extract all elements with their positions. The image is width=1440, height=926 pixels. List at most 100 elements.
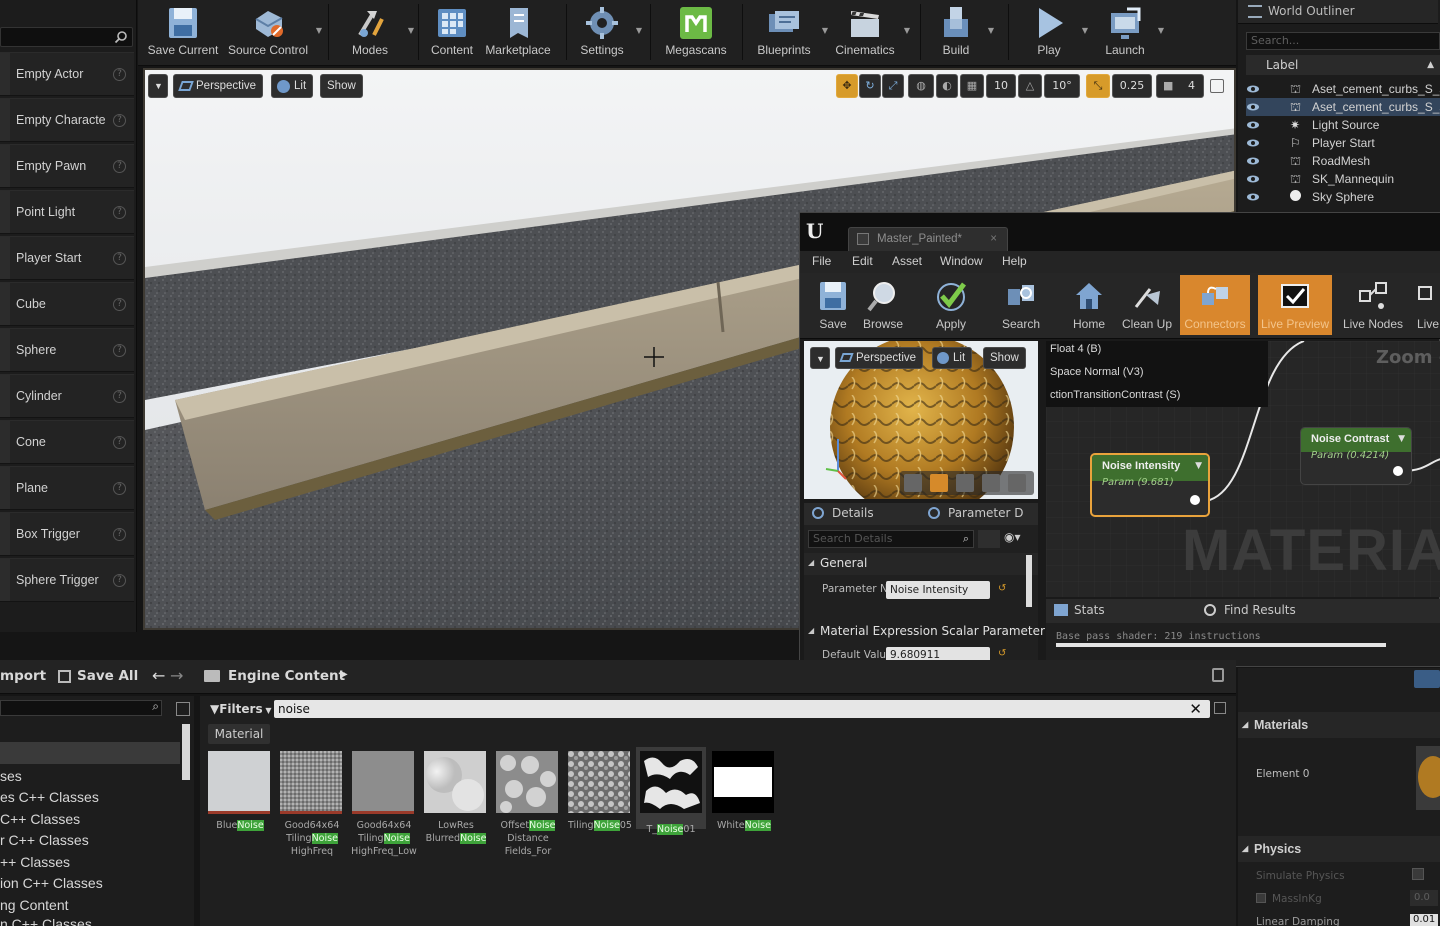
source-control-button[interactable]: Source Control ▼ — [226, 0, 322, 64]
noise-contrast-node[interactable]: Noise Contrast Param (0.4214) ▼ — [1300, 427, 1412, 485]
eye-icon[interactable] — [1246, 80, 1260, 98]
scale-mode-button[interactable]: ⤢ — [882, 74, 904, 98]
scalar-parameter-section-header[interactable]: ◢ Material Expression Scalar Parameter — [804, 621, 1045, 643]
custom-mesh-icon[interactable] — [1008, 474, 1026, 492]
menu-file[interactable]: File — [812, 254, 831, 268]
preview-show-button[interactable]: Show — [983, 347, 1026, 369]
mat-connectors-button[interactable]: Connectors — [1180, 275, 1250, 335]
tab-master-painted[interactable]: Master_Painted* × — [848, 227, 1008, 251]
menu-asset[interactable]: Asset — [892, 254, 922, 268]
tree-item[interactable]: ++ Classes — [0, 854, 70, 870]
tab-parameter-defaults[interactable]: Parameter D — [926, 506, 1024, 520]
perspective-button[interactable]: Perspective — [173, 74, 264, 98]
help-icon[interactable]: ? — [113, 482, 126, 495]
eye-filter-icon[interactable]: ◉▾ — [1004, 530, 1034, 548]
general-section-header[interactable]: ◢ General — [804, 553, 1038, 575]
help-icon[interactable]: ? — [113, 160, 126, 173]
place-item-point-light[interactable]: Point Light? — [0, 190, 134, 234]
help-icon[interactable]: ? — [113, 436, 126, 449]
blueprints-button[interactable]: Blueprints ▼ — [752, 0, 828, 64]
mass-override-checkbox[interactable] — [1256, 893, 1266, 903]
show-button[interactable]: Show — [320, 74, 363, 98]
place-item-cylinder[interactable]: Cylinder? — [0, 374, 134, 418]
mat-live-preview-button[interactable]: Live Preview — [1258, 275, 1332, 335]
menu-help[interactable]: Help — [1002, 254, 1027, 268]
place-item-sphere-trigger[interactable]: Sphere Trigger? — [0, 558, 134, 602]
chevron-down-icon[interactable]: ▼ — [1398, 434, 1405, 444]
cube-shape-icon[interactable] — [982, 474, 1000, 492]
rotation-snap-value[interactable]: 10° — [1044, 74, 1080, 98]
sphere-shape-icon[interactable] — [930, 474, 948, 492]
save-current-button[interactable]: Save Current — [146, 0, 220, 64]
back-arrow-icon[interactable]: ← — [152, 666, 165, 685]
folder-search-input[interactable]: ⌕ — [0, 699, 162, 716]
place-item-cube[interactable]: Cube? — [0, 282, 134, 326]
outliner-column-label[interactable]: Label ▲ — [1246, 55, 1440, 75]
chevron-down-icon[interactable]: ▼ — [1195, 461, 1202, 471]
chevron-down-icon[interactable]: ▼ — [904, 26, 910, 35]
eye-icon[interactable] — [1246, 170, 1260, 188]
place-item-sphere[interactable]: Sphere? — [0, 328, 134, 372]
forward-arrow-icon[interactable]: → — [170, 666, 183, 685]
chevron-down-icon[interactable]: ▼ — [1158, 26, 1164, 35]
grid-snap-value[interactable]: 10 — [986, 74, 1016, 98]
outliner-search-input[interactable]: Search... — [1246, 32, 1440, 50]
place-item-empty-actor[interactable]: Empty Actor? — [0, 52, 134, 96]
place-item-empty-character[interactable]: Empty Characte? — [0, 98, 134, 142]
eye-icon[interactable] — [1246, 188, 1260, 206]
cinematics-button[interactable]: Cinematics ▼ — [832, 0, 910, 64]
cylinder-shape-icon[interactable] — [904, 474, 922, 492]
plane-shape-icon[interactable] — [956, 474, 974, 492]
linear-damping-input[interactable]: 0.01 — [1410, 914, 1438, 926]
outliner-row[interactable]: ⛫ Aset_cement_curbs_S_se — [1246, 80, 1440, 98]
help-icon[interactable]: ? — [113, 252, 126, 265]
eye-icon[interactable] — [1246, 134, 1260, 152]
world-local-toggle[interactable]: ◍ — [908, 74, 934, 98]
view-options-icon[interactable] — [978, 530, 1000, 548]
tree-item[interactable]: r C++ Classes — [0, 832, 89, 848]
help-icon[interactable]: ? — [113, 298, 126, 311]
details-search-input[interactable]: Search Details ⌕ — [808, 530, 974, 548]
tree-item[interactable]: n C++ Classes — [0, 916, 92, 926]
tree-options-icon[interactable] — [176, 702, 190, 716]
material-thumbnail[interactable] — [1416, 746, 1440, 810]
asset-good64-tiling-noise-highfreq-low[interactable]: Good64x64 TilingNoise HighFreq_Low — [351, 751, 417, 861]
lit-button[interactable]: Lit — [271, 74, 314, 98]
tab-stats[interactable]: Stats — [1052, 603, 1105, 617]
chevron-down-icon[interactable]: ▼ — [988, 26, 994, 35]
tree-item[interactable]: es C++ Classes — [0, 789, 99, 805]
rotate-mode-button[interactable]: ↻ — [859, 74, 881, 98]
place-item-cone[interactable]: Cone? — [0, 420, 134, 464]
eye-icon[interactable] — [1246, 152, 1260, 170]
outliner-row[interactable]: ⛫ SK_Mannequin — [1246, 170, 1440, 188]
chevron-down-icon[interactable]: ▼ — [636, 26, 642, 35]
play-button[interactable]: Play ▼ — [1022, 0, 1088, 64]
close-icon[interactable]: × — [990, 228, 997, 250]
parameter-name-input[interactable]: Noise Intensity — [886, 581, 990, 599]
maximize-viewport-icon[interactable] — [1210, 79, 1224, 93]
noise-intensity-node[interactable]: Noise Intensity Param (9.681) ▼ — [1090, 453, 1210, 517]
settings-button[interactable]: Settings ▼ — [574, 0, 642, 64]
save-all-button[interactable]: Save All — [58, 668, 138, 684]
path-chevron-icon[interactable]: ▶ — [340, 669, 348, 680]
scale-snap-toggle[interactable]: ⤡ — [1086, 74, 1110, 98]
place-item-empty-pawn[interactable]: Empty Pawn? — [0, 144, 134, 188]
tab-find-results[interactable]: Find Results — [1202, 603, 1296, 617]
outliner-row[interactable]: Sky Sphere — [1246, 188, 1440, 206]
place-item-box-trigger[interactable]: Box Trigger? — [0, 512, 134, 556]
help-icon[interactable]: ? — [113, 574, 126, 587]
materials-section-header[interactable]: ◢ Materials — [1238, 712, 1440, 738]
menu-edit[interactable]: Edit — [852, 254, 873, 268]
save-search-icon[interactable] — [1214, 702, 1226, 714]
tree-item[interactable]: ses — [0, 768, 22, 784]
mat-live-nodes-button[interactable]: Live Nodes — [1342, 275, 1404, 335]
help-icon[interactable]: ? — [113, 114, 126, 127]
path-engine-content[interactable]: Engine Content — [228, 668, 345, 684]
reset-icon[interactable]: ↺ — [998, 583, 1006, 594]
mat-apply-button[interactable]: Apply — [920, 275, 982, 335]
filters-button[interactable]: ▼Filters ▼ — [210, 702, 272, 716]
build-button[interactable]: Build ▼ — [930, 0, 994, 64]
eye-icon[interactable] — [1246, 98, 1260, 116]
camera-speed-button[interactable]: ■ 4 — [1156, 74, 1204, 98]
mat-browse-button[interactable]: Browse — [852, 275, 914, 335]
